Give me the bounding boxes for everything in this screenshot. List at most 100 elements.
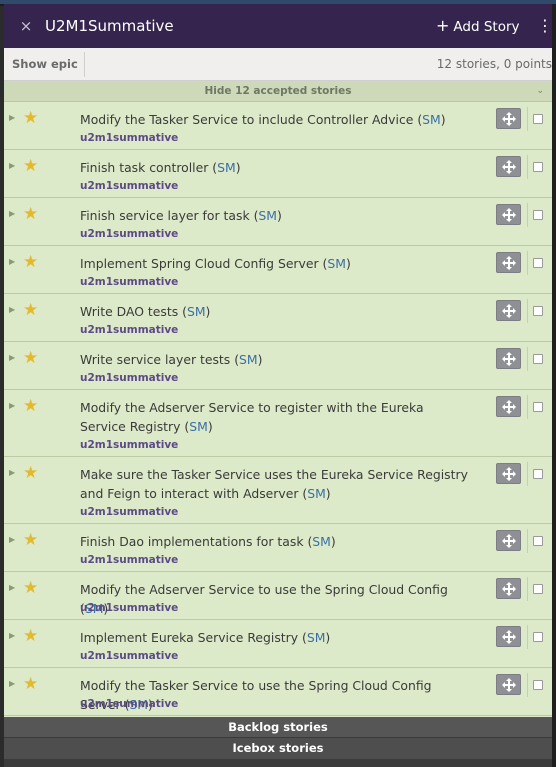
hide-accepted-toggle[interactable]: Hide 12 accepted stories ⌄ (4, 81, 552, 102)
story-name: Write service layer tests (80, 352, 231, 367)
move-story-button[interactable] (496, 156, 521, 177)
story-name: Finish Dao implementations for task (80, 534, 304, 549)
expand-icon[interactable]: ▶ (9, 209, 15, 218)
row-divider (527, 107, 528, 131)
story-row[interactable]: ▶ ★ Implement Spring Cloud Config Server (… (4, 246, 552, 294)
expand-icon[interactable]: ▶ (9, 583, 15, 592)
expand-icon[interactable]: ▶ (9, 631, 15, 640)
story-label[interactable]: u2m1summative (80, 131, 178, 145)
story-owner[interactable]: SM (258, 208, 277, 223)
select-story-checkbox[interactable] (533, 114, 543, 124)
story-label[interactable]: u2m1summative (80, 601, 178, 615)
story-owner[interactable]: SM (189, 419, 208, 434)
story-label[interactable]: u2m1summative (80, 649, 178, 663)
expand-icon[interactable]: ▶ (9, 468, 15, 477)
story-row[interactable]: ▶ ★ Finish task controller (SM) u2m1summati… (4, 150, 552, 198)
story-row[interactable]: ▶ ★ Finish service layer for task (SM) u2m1… (4, 198, 552, 246)
story-owner[interactable]: SM (307, 630, 326, 645)
story-label[interactable]: u2m1summative (80, 323, 178, 337)
story-row[interactable]: ▶ ★ Make sure the Tasker Service uses the … (4, 457, 552, 524)
right-edge (552, 4, 556, 767)
move-arrows-icon (502, 534, 516, 548)
story-row[interactable]: ▶ ★ Write DAO tests (SM) u2m1summative (4, 294, 552, 342)
story-row[interactable]: ▶ ★ Implement Eureka Service Registry (SM)… (4, 620, 552, 668)
accepted-star-icon: ★ (23, 530, 39, 550)
move-arrows-icon (502, 582, 516, 596)
move-story-button[interactable] (496, 252, 521, 273)
select-story-checkbox[interactable] (533, 536, 543, 546)
story-title: Make sure the Tasker Service uses the Eu… (80, 467, 468, 501)
icebox-section-header[interactable]: Icebox stories (4, 738, 552, 759)
more-menu-icon[interactable]: ⋮ (537, 16, 552, 36)
story-row[interactable]: ▶ ★ Modify the Tasker Service to use the S… (4, 668, 552, 716)
add-story-button[interactable]: + Add Story (436, 16, 520, 36)
select-story-checkbox[interactable] (533, 354, 543, 364)
accepted-stories-list: ▶ ★ Modify the Tasker Service to include C… (4, 102, 552, 716)
select-story-checkbox[interactable] (533, 632, 543, 642)
story-label[interactable]: u2m1summative (80, 505, 178, 519)
story-row[interactable]: ▶ ★ Modify the Adserver Service to registe… (4, 390, 552, 457)
story-owner[interactable]: SM (307, 486, 326, 501)
story-name: Implement Spring Cloud Config Server (80, 256, 319, 271)
move-story-button[interactable] (496, 300, 521, 321)
move-story-button[interactable] (496, 204, 521, 225)
story-name: Finish service layer for task (80, 208, 250, 223)
expand-icon[interactable]: ▶ (9, 535, 15, 544)
select-story-checkbox[interactable] (533, 584, 543, 594)
story-row[interactable]: ▶ ★ Finish Dao implementations for task (S… (4, 524, 552, 572)
story-owner[interactable]: SM (422, 112, 441, 127)
row-divider (527, 251, 528, 275)
story-row[interactable]: ▶ ★ Modify the Adserver Service to use the… (4, 572, 552, 620)
story-label[interactable]: u2m1summative (80, 438, 178, 452)
story-row[interactable]: ▶ ★ Write service layer tests (SM) u2m1summ… (4, 342, 552, 390)
move-story-button[interactable] (496, 578, 521, 599)
select-story-checkbox[interactable] (533, 210, 543, 220)
story-owner[interactable]: SM (217, 160, 236, 175)
close-icon[interactable]: × (18, 16, 34, 36)
move-story-button[interactable] (496, 348, 521, 369)
story-owner[interactable]: SM (187, 304, 206, 319)
story-row[interactable]: ▶ ★ Modify the Tasker Service to include C… (4, 102, 552, 150)
accepted-star-icon: ★ (23, 396, 39, 416)
story-owner[interactable]: SM (327, 256, 346, 271)
expand-icon[interactable]: ▶ (9, 113, 15, 122)
story-label[interactable]: u2m1summative (80, 275, 178, 289)
row-divider (527, 577, 528, 601)
select-story-checkbox[interactable] (533, 258, 543, 268)
row-divider (527, 203, 528, 227)
story-label[interactable]: u2m1summative (80, 553, 178, 567)
move-story-button[interactable] (496, 108, 521, 129)
select-story-checkbox[interactable] (533, 402, 543, 412)
move-story-button[interactable] (496, 674, 521, 695)
select-story-checkbox[interactable] (533, 306, 543, 316)
expand-icon[interactable]: ▶ (9, 161, 15, 170)
show-epic-button[interactable]: Show epic (6, 52, 85, 77)
story-owner[interactable]: SM (239, 352, 258, 367)
move-story-button[interactable] (496, 530, 521, 551)
move-story-button[interactable] (496, 396, 521, 417)
expand-icon[interactable]: ▶ (9, 401, 15, 410)
move-arrows-icon (502, 160, 516, 174)
select-story-checkbox[interactable] (533, 469, 543, 479)
story-label[interactable]: u2m1summative (80, 227, 178, 241)
story-name: Modify the Adserver Service to use the S… (80, 582, 448, 597)
story-label[interactable]: u2m1summative (80, 179, 178, 193)
story-owner[interactable]: SM (312, 534, 331, 549)
expand-icon[interactable]: ▶ (9, 679, 15, 688)
move-story-button[interactable] (496, 626, 521, 647)
story-title: Finish task controller (SM) (80, 160, 241, 175)
select-story-checkbox[interactable] (533, 162, 543, 172)
plus-icon: + (436, 16, 450, 35)
points-summary: 12 stories, 0 points (436, 57, 552, 71)
backlog-section-header[interactable]: Backlog stories (4, 717, 552, 738)
expand-icon[interactable]: ▶ (9, 257, 15, 266)
story-label[interactable]: u2m1summative (80, 371, 178, 385)
story-label[interactable]: u2m1summative (80, 697, 178, 711)
accepted-star-icon: ★ (23, 348, 39, 368)
accepted-star-icon: ★ (23, 156, 39, 176)
select-story-checkbox[interactable] (533, 680, 543, 690)
move-story-button[interactable] (496, 463, 521, 484)
expand-icon[interactable]: ▶ (9, 353, 15, 362)
project-panel: × U2M1Summative + Add Story ⋮ Show epic 1… (4, 4, 552, 767)
expand-icon[interactable]: ▶ (9, 305, 15, 314)
